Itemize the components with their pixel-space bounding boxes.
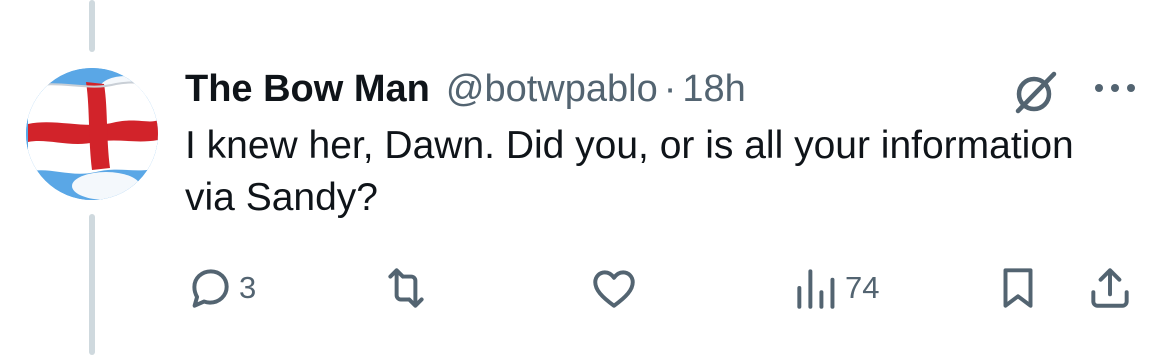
action-bar: 3 74 <box>185 258 1145 318</box>
separator-dot: · <box>663 68 677 110</box>
thread-connector-bottom <box>89 214 95 355</box>
reply-button[interactable]: 3 <box>185 258 256 318</box>
grok-icon[interactable] <box>1008 70 1064 114</box>
author-handle[interactable]: @botwpablo <box>446 64 658 114</box>
tweet-header: The Bow Man @botwpablo · 18h <box>185 64 746 114</box>
avatar[interactable] <box>26 68 158 200</box>
more-options-icon[interactable] <box>1090 70 1140 106</box>
thread-connector-top <box>89 0 95 52</box>
retweet-button[interactable] <box>381 258 435 318</box>
share-button[interactable] <box>1085 258 1135 318</box>
heart-icon <box>593 270 635 308</box>
like-button[interactable] <box>589 258 643 318</box>
share-icon <box>1091 268 1129 308</box>
retweet-icon <box>388 268 424 308</box>
views-button[interactable]: 74 <box>791 258 879 318</box>
bookmark-button[interactable] <box>993 258 1043 318</box>
views-count: 74 <box>845 270 880 305</box>
views-icon <box>797 269 835 309</box>
tweet-text: I knew her, Dawn. Did you, or is all you… <box>185 124 1074 219</box>
england-flag-icon <box>26 68 158 200</box>
reply-icon <box>192 269 229 308</box>
reply-count: 3 <box>239 270 257 305</box>
bookmark-icon <box>1003 268 1033 308</box>
timestamp[interactable]: 18h <box>682 64 745 114</box>
author-name[interactable]: The Bow Man <box>185 64 430 114</box>
